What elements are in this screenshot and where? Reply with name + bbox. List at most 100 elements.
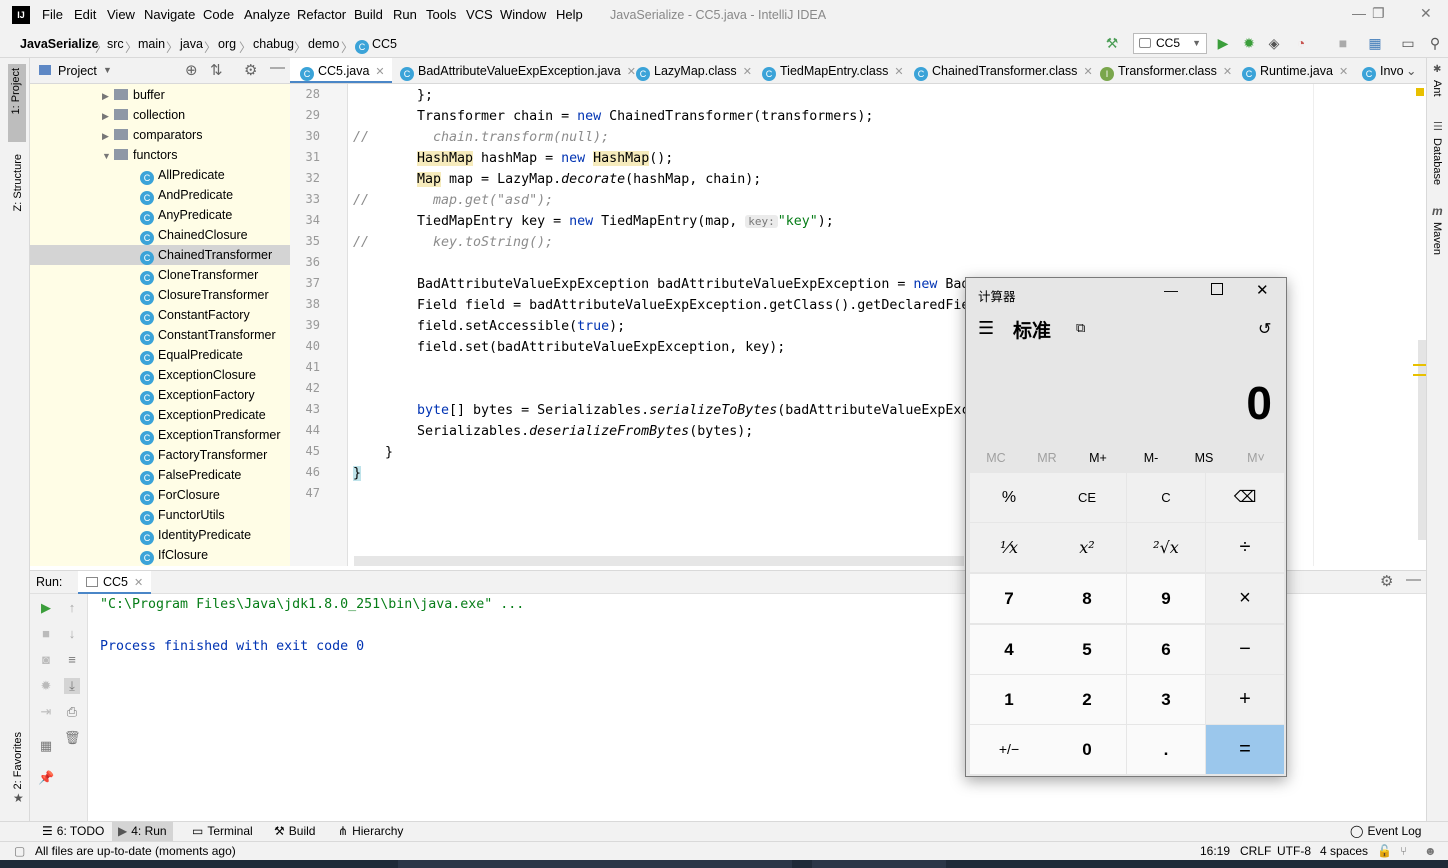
square-root-button[interactable]: ²√x bbox=[1127, 523, 1205, 572]
memory-add-button[interactable]: M+ bbox=[1078, 451, 1118, 465]
tab-cc5-java[interactable]: C CC5.java ✕ bbox=[290, 58, 392, 83]
build-hammer-icon[interactable]: ⚒ bbox=[1103, 34, 1121, 52]
hide-panel-icon[interactable]: — bbox=[270, 59, 285, 76]
tree-class-item[interactable]: C CloneTransformer bbox=[140, 265, 258, 285]
indent-setting[interactable]: 4 spaces bbox=[1320, 844, 1368, 858]
tree-folder-functors[interactable]: ▼ functors bbox=[102, 145, 177, 165]
menu-navigate[interactable]: Navigate bbox=[144, 7, 195, 22]
tree-class-item[interactable]: C AnyPredicate bbox=[140, 205, 232, 225]
editor-vertical-scrollbar[interactable] bbox=[1418, 340, 1426, 540]
digit-1-button[interactable]: 1 bbox=[970, 675, 1048, 724]
event-log-tool-tab[interactable]: ◯ Event Log bbox=[1350, 824, 1421, 838]
terminal-tool-tab[interactable]: ▭ Terminal bbox=[192, 824, 253, 838]
memory-recall-button[interactable]: MR bbox=[1027, 451, 1067, 465]
debug-icon[interactable]: ✹ bbox=[1240, 34, 1258, 52]
layout-icon[interactable]: ▦ bbox=[38, 738, 54, 754]
breadcrumb-demo[interactable]: demo bbox=[308, 37, 339, 51]
memory-list-button[interactable]: M˅ bbox=[1236, 451, 1276, 465]
database-tool-tab[interactable]: Database bbox=[1431, 138, 1443, 185]
stop-icon[interactable]: ■ bbox=[1334, 34, 1352, 52]
close-icon[interactable]: ✕ bbox=[894, 66, 903, 78]
close-icon[interactable]: ✕ bbox=[743, 66, 752, 78]
menu-help[interactable]: Help bbox=[556, 7, 583, 22]
breadcrumb-chabug[interactable]: chabug bbox=[253, 37, 294, 51]
tree-class-item[interactable]: C ExceptionTransformer bbox=[140, 425, 281, 445]
camera-icon[interactable]: ◙ bbox=[38, 652, 54, 668]
line-separator[interactable]: CRLF bbox=[1240, 844, 1271, 858]
minimize-icon[interactable]: — bbox=[1164, 282, 1178, 298]
tree-class-item[interactable]: C ExceptionFactory bbox=[140, 385, 255, 405]
structure-tool-tab[interactable]: Z: Structure bbox=[12, 154, 24, 211]
tree-class-item[interactable]: C ExceptionClosure bbox=[140, 365, 256, 385]
tree-class-item[interactable]: C FactoryTransformer bbox=[140, 445, 267, 465]
history-icon[interactable]: ↺ bbox=[1258, 319, 1271, 339]
collapse-all-icon[interactable]: ⇅ bbox=[210, 61, 223, 79]
run-icon[interactable]: ▶ bbox=[1214, 34, 1232, 52]
taskbar-item[interactable] bbox=[812, 860, 946, 868]
menu-tools[interactable]: Tools bbox=[426, 7, 456, 22]
close-icon[interactable]: ✕ bbox=[1083, 66, 1092, 78]
tab-transformer[interactable]: I Transformer.class ✕ bbox=[1100, 58, 1232, 83]
backspace-button[interactable]: ⌫ bbox=[1206, 473, 1284, 522]
square-button[interactable]: x² bbox=[1048, 523, 1126, 572]
favorites-tool-tab[interactable]: 2: Favorites bbox=[12, 732, 24, 789]
breadcrumb-src[interactable]: src bbox=[107, 37, 124, 51]
tree-folder-buffer[interactable]: ▶ buffer bbox=[102, 85, 165, 105]
arrow-down-icon[interactable]: ↓ bbox=[64, 626, 80, 642]
trash-icon[interactable]: 🗑 bbox=[64, 730, 81, 746]
coverage-icon[interactable]: ◈ bbox=[1265, 34, 1283, 52]
project-view-select[interactable]: Project bbox=[58, 64, 97, 78]
soft-wrap-icon[interactable]: ≡ bbox=[64, 652, 80, 668]
memory-store-button[interactable]: MS bbox=[1184, 451, 1224, 465]
search-everywhere-icon[interactable]: ⚲ bbox=[1426, 34, 1444, 52]
build-tool-tab[interactable]: ⚒ Build bbox=[274, 824, 315, 838]
negate-button[interactable]: +/− bbox=[970, 725, 1048, 774]
close-icon[interactable]: ✕ bbox=[1420, 5, 1432, 22]
arrow-up-icon[interactable]: ↑ bbox=[64, 600, 80, 616]
tab-chainedtransformer[interactable]: C ChainedTransformer.class ✕ bbox=[914, 58, 1093, 83]
menu-build[interactable]: Build bbox=[354, 7, 383, 22]
restore-icon[interactable]: ❐ bbox=[1372, 5, 1385, 22]
tab-invo[interactable]: C Invo bbox=[1362, 58, 1404, 83]
hide-panel-icon[interactable]: — bbox=[1406, 571, 1421, 588]
tree-class-item[interactable]: C ExceptionPredicate bbox=[140, 405, 266, 425]
project-structure-icon[interactable]: ▦ bbox=[1366, 34, 1384, 52]
warning-marker-icon[interactable] bbox=[1416, 88, 1424, 96]
run-configuration-select[interactable]: CC5 ▼ bbox=[1133, 33, 1207, 54]
pin-icon[interactable]: 📌 bbox=[38, 770, 54, 786]
memory-subtract-button[interactable]: M- bbox=[1131, 451, 1171, 465]
add-button[interactable]: + bbox=[1206, 675, 1284, 724]
tab-badattribute[interactable]: C BadAttributeValueExpException.java ✕ bbox=[396, 58, 636, 83]
tree-class-item[interactable]: C AndPredicate bbox=[140, 185, 233, 205]
close-icon[interactable]: ✕ bbox=[1223, 66, 1232, 78]
menu-refactor[interactable]: Refactor bbox=[297, 7, 346, 22]
todo-tool-tab[interactable]: ☰ 6: TODO bbox=[42, 824, 104, 838]
stop-icon[interactable]: ■ bbox=[38, 626, 54, 642]
tree-folder-comparators[interactable]: ▶ comparators bbox=[102, 125, 202, 145]
menu-file[interactable]: File bbox=[42, 7, 63, 22]
debug-bug-icon[interactable]: ✹ bbox=[38, 678, 54, 694]
tree-class-item[interactable]: C ClosureTransformer bbox=[140, 285, 269, 305]
multiply-button[interactable]: × bbox=[1206, 574, 1284, 623]
digit-0-button[interactable]: 0 bbox=[1048, 725, 1126, 774]
menu-view[interactable]: View bbox=[107, 7, 135, 22]
menu-run[interactable]: Run bbox=[393, 7, 417, 22]
tree-class-item[interactable]: C ForClosure bbox=[140, 485, 220, 505]
project-tool-tab[interactable]: 1: Project bbox=[8, 64, 26, 142]
tabs-overflow-chevron-icon[interactable]: ⌄ bbox=[1406, 58, 1416, 83]
locate-target-icon[interactable]: ⊕ bbox=[185, 61, 198, 79]
keep-on-top-icon[interactable]: ⧉ bbox=[1076, 320, 1085, 336]
close-icon[interactable]: ✕ bbox=[134, 577, 143, 589]
tree-class-item[interactable]: C IfClosure bbox=[140, 545, 208, 565]
equals-button[interactable]: = bbox=[1206, 725, 1284, 774]
tree-class-item[interactable]: C FalsePredicate bbox=[140, 465, 241, 485]
breadcrumb-project[interactable]: JavaSerialize bbox=[20, 37, 99, 51]
clear-button[interactable]: C bbox=[1127, 473, 1205, 522]
tree-class-item[interactable]: C ConstantFactory bbox=[140, 305, 250, 325]
tree-class-item-selected[interactable]: C ChainedTransformer bbox=[140, 245, 272, 265]
minimize-icon[interactable]: — bbox=[1352, 5, 1366, 21]
digit-9-button[interactable]: 9 bbox=[1127, 574, 1205, 623]
inspector-icon[interactable]: ☻ bbox=[1424, 844, 1437, 858]
digit-4-button[interactable]: 4 bbox=[970, 625, 1048, 674]
caret-position[interactable]: 16:19 bbox=[1200, 844, 1230, 858]
